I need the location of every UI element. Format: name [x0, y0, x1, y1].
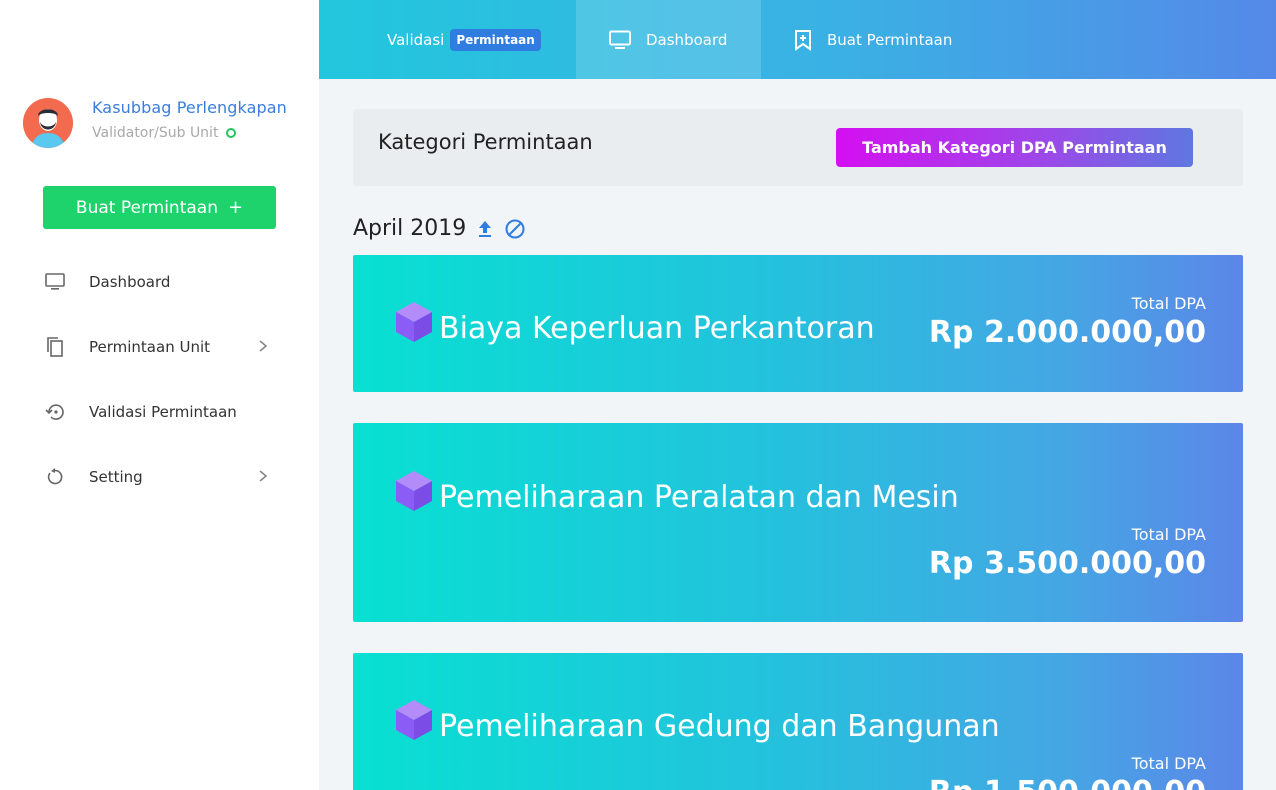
category-name: Pemeliharaan Peralatan dan Mesin — [439, 480, 959, 515]
category-card[interactable]: Biaya Keperluan Perkantoran Total DPA Rp… — [353, 255, 1243, 392]
refresh-icon — [44, 466, 66, 488]
plus-icon: + — [227, 197, 244, 218]
cube-icon — [396, 700, 432, 740]
profile-name[interactable]: Kasubbag Perlengkapan — [92, 98, 287, 117]
category-name: Pemeliharaan Gedung dan Bangunan — [439, 709, 1000, 744]
copy-icon — [44, 336, 66, 358]
category-card[interactable]: Pemeliharaan Peralatan dan Mesin Total D… — [353, 423, 1243, 622]
avatar — [23, 98, 73, 148]
profile-role: Validator/Sub Unit — [92, 125, 219, 141]
sidebar-item-label: Validasi Permintaan — [89, 402, 237, 421]
tab-validasi-permintaan[interactable]: Validasi Permintaan — [387, 0, 541, 79]
chevron-right-icon — [258, 468, 268, 487]
create-request-button[interactable]: Buat Permintaan + — [43, 186, 276, 229]
sidebar-item-permintaan-unit[interactable]: Permintaan Unit — [0, 314, 319, 379]
sidebar-item-validasi-permintaan[interactable]: Validasi Permintaan — [0, 379, 319, 444]
chevron-right-icon — [258, 338, 268, 357]
tab-dashboard[interactable]: Dashboard — [576, 0, 761, 79]
category-name: Biaya Keperluan Perkantoran — [439, 311, 875, 346]
category-header: Kategori Permintaan Tambah Kategori DPA … — [353, 109, 1243, 186]
total-dpa-label: Total DPA — [1131, 294, 1206, 313]
sidebar-menu: Dashboard Permintaan Unit Validasi Permi… — [0, 249, 319, 509]
sidebar-item-setting[interactable]: Setting — [0, 444, 319, 509]
cube-icon — [396, 302, 432, 342]
history-icon — [44, 401, 66, 423]
tab-badge: Permintaan — [450, 28, 541, 51]
sidebar: Kasubbag Perlengkapan Validator/Sub Unit… — [0, 0, 319, 790]
sidebar-item-label: Dashboard — [89, 272, 171, 291]
online-status-icon — [226, 128, 237, 138]
period-heading: April 2019 — [353, 216, 526, 241]
period-label: April 2019 — [353, 216, 467, 241]
sidebar-item-label: Permintaan Unit — [89, 337, 211, 356]
block-icon[interactable] — [504, 218, 526, 240]
upload-icon[interactable] — [476, 219, 494, 239]
user-profile: Kasubbag Perlengkapan Validator/Sub Unit — [23, 98, 287, 148]
category-card[interactable]: Pemeliharaan Gedung dan Bangunan Total D… — [353, 653, 1243, 790]
monitor-icon — [44, 271, 66, 293]
sidebar-item-dashboard[interactable]: Dashboard — [0, 249, 319, 314]
total-dpa-value: Rp 1.500.000,00 — [929, 775, 1206, 790]
cube-icon — [396, 471, 432, 511]
add-category-button[interactable]: Tambah Kategori DPA Permintaan — [836, 128, 1193, 167]
page-title: Kategori Permintaan — [378, 130, 593, 154]
tab-label: Dashboard — [646, 30, 728, 49]
total-dpa-label: Total DPA — [1131, 754, 1206, 773]
total-dpa-value: Rp 2.000.000,00 — [928, 315, 1206, 350]
create-request-label: Buat Permintaan — [75, 197, 218, 218]
sidebar-item-label: Setting — [89, 467, 143, 486]
tab-label: Validasi — [387, 30, 445, 49]
monitor-icon — [608, 30, 632, 50]
total-dpa-label: Total DPA — [1131, 525, 1206, 544]
bookmark-plus-icon — [793, 29, 813, 51]
top-navigation-bar: Validasi Permintaan Dashboard Buat Permi… — [319, 0, 1276, 79]
tab-buat-permintaan[interactable]: Buat Permintaan — [793, 0, 952, 79]
total-dpa-value: Rp 3.500.000,00 — [928, 546, 1206, 581]
tab-label: Buat Permintaan — [827, 30, 953, 49]
